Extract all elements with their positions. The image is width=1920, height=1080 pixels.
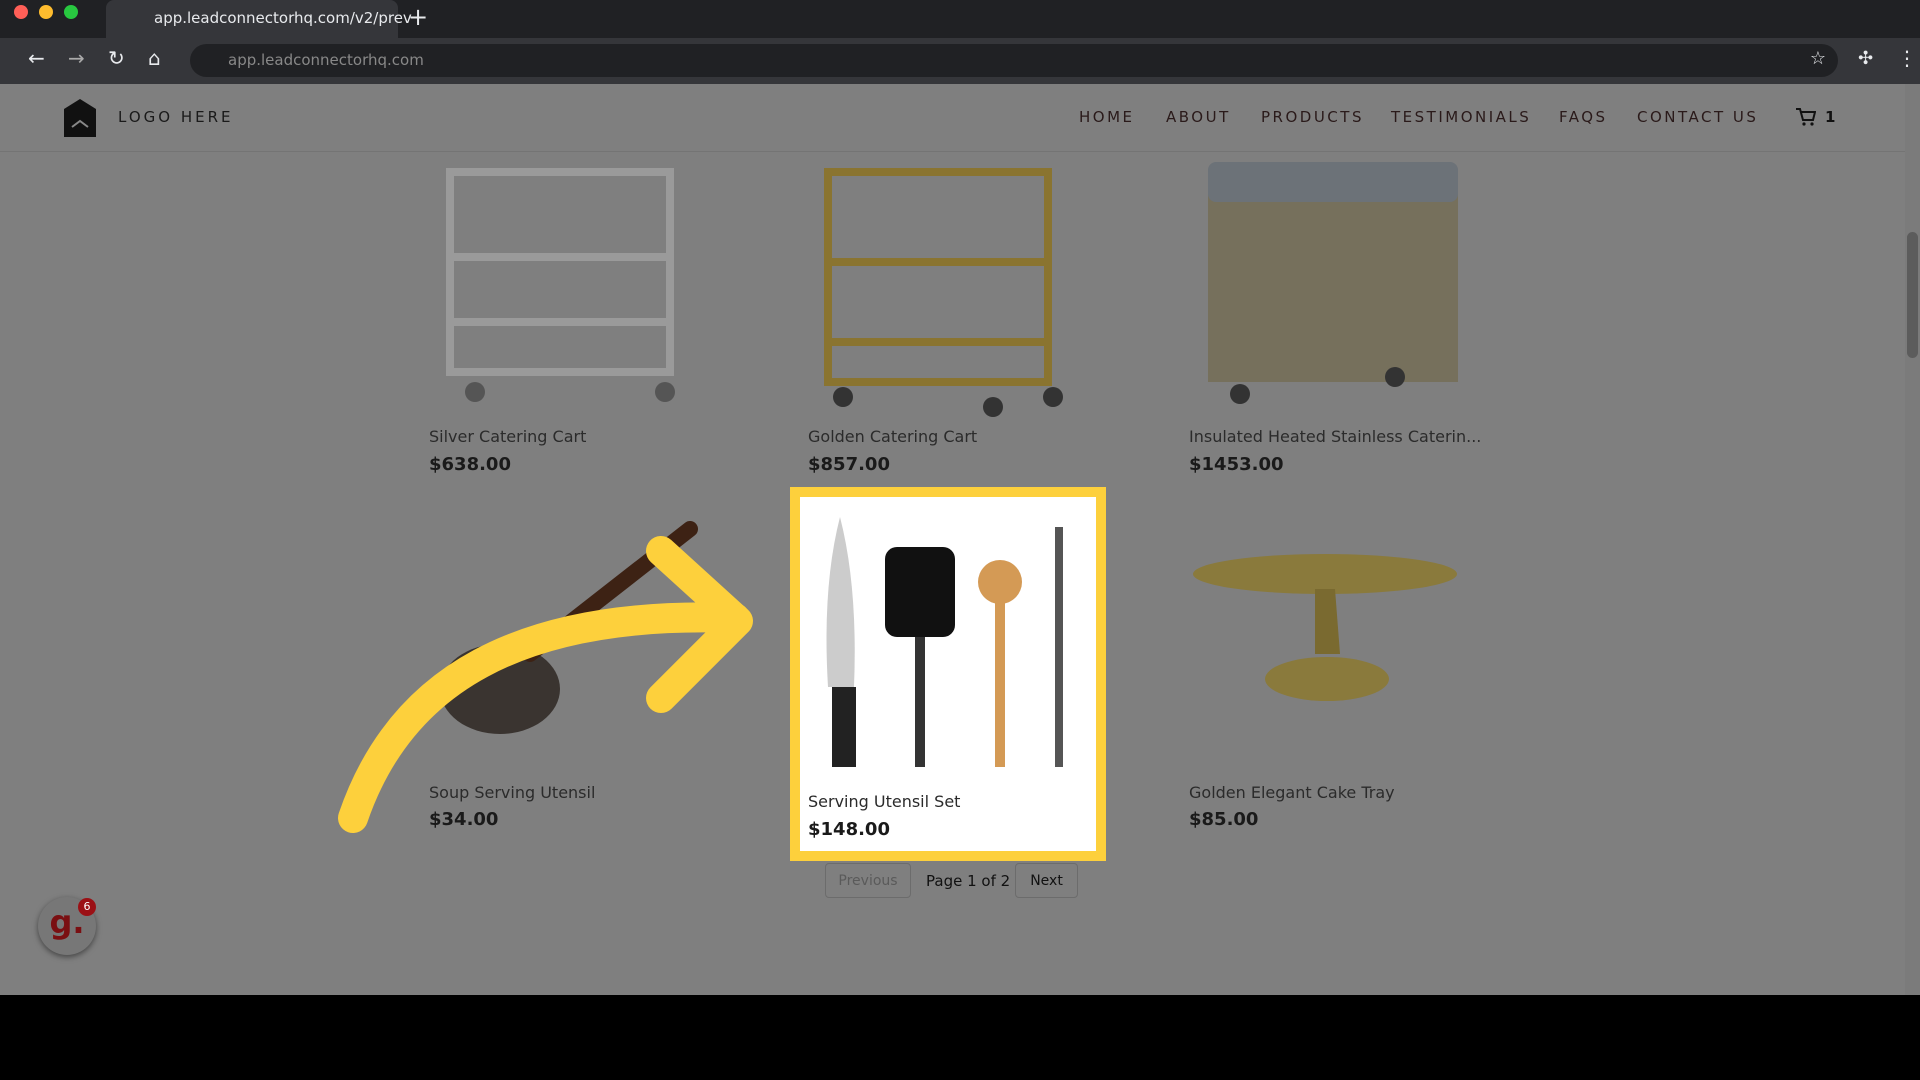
product-price: $1453.00 (1189, 454, 1284, 475)
nav-faqs[interactable]: FAQS (1559, 108, 1608, 126)
cart-count: 1 (1825, 108, 1836, 126)
page-indicator: Page 1 of 2 (926, 872, 1011, 890)
notification-badge: 6 (78, 898, 96, 916)
product-price: $85.00 (1189, 809, 1259, 830)
cake-tray-image[interactable] (1190, 544, 1460, 724)
product-name[interactable]: Golden Catering Cart (808, 427, 977, 446)
product-name[interactable]: Soup Serving Utensil (429, 783, 595, 802)
address-bar[interactable]: app.leadconnectorhq.com ☆ (190, 44, 1838, 77)
silver-cart-image[interactable] (440, 152, 700, 412)
tab-title: app.leadconnectorhq.com/v2/prev (154, 9, 412, 27)
reload-icon[interactable]: ↻ (108, 46, 125, 70)
product-name[interactable]: Insulated Heated Stainless Caterin... (1189, 427, 1481, 446)
browser-toolbar: ← → ↻ ⌂ app.leadconnectorhq.com ☆ ✣ ⋮ (0, 38, 1920, 84)
maximize-window-button[interactable] (64, 5, 78, 19)
nav-home[interactable]: HOME (1079, 108, 1135, 126)
bookmark-star-icon[interactable]: ☆ (1810, 48, 1826, 69)
highlighted-product-card[interactable]: Serving Utensil Set $148.00 (790, 487, 1106, 861)
heated-cart-image[interactable] (1200, 152, 1460, 412)
next-page-button[interactable]: Next (1015, 863, 1078, 898)
nav-testimonials[interactable]: TESTIMONIALS (1391, 108, 1531, 126)
back-icon[interactable]: ← (28, 46, 45, 70)
home-icon[interactable]: ⌂ (148, 46, 161, 70)
page-content: LOGO HERE HOME ABOUT PRODUCTS TESTIMONIA… (0, 84, 1920, 995)
scrollbar-thumb[interactable] (1907, 232, 1918, 358)
close-window-button[interactable] (14, 5, 28, 19)
nav-contact-us[interactable]: CONTACT US (1637, 108, 1758, 126)
product-price: $148.00 (808, 819, 890, 840)
minimize-window-button[interactable] (39, 5, 53, 19)
cart-icon[interactable] (1794, 106, 1816, 128)
url-text: app.leadconnectorhq.com (228, 51, 424, 69)
browser-tab-bar: app.leadconnectorhq.com/v2/prev + (0, 0, 1920, 38)
site-header: LOGO HERE HOME ABOUT PRODUCTS TESTIMONIA… (0, 84, 1905, 152)
golden-cart-image[interactable] (818, 152, 1078, 422)
browser-menu-icon[interactable]: ⋮ (1897, 46, 1917, 70)
product-price: $638.00 (429, 454, 511, 475)
new-tab-button[interactable]: + (408, 3, 428, 31)
product-name[interactable]: Serving Utensil Set (808, 792, 960, 811)
scrollbar[interactable] (1905, 84, 1920, 995)
logo-icon[interactable] (62, 97, 98, 139)
forward-icon[interactable]: → (68, 46, 85, 70)
product-name[interactable]: Golden Elegant Cake Tray (1189, 783, 1395, 802)
logo-text[interactable]: LOGO HERE (118, 108, 233, 126)
utensil-set-image[interactable] (810, 507, 1090, 777)
extensions-icon[interactable]: ✣ (1858, 48, 1873, 69)
product-price: $34.00 (429, 809, 499, 830)
nav-products[interactable]: PRODUCTS (1261, 108, 1364, 126)
previous-page-button[interactable]: Previous (825, 863, 911, 898)
browser-tab[interactable]: app.leadconnectorhq.com/v2/prev (106, 0, 412, 38)
product-price: $857.00 (808, 454, 890, 475)
nav-about[interactable]: ABOUT (1166, 108, 1231, 126)
product-name[interactable]: Silver Catering Cart (429, 427, 586, 446)
